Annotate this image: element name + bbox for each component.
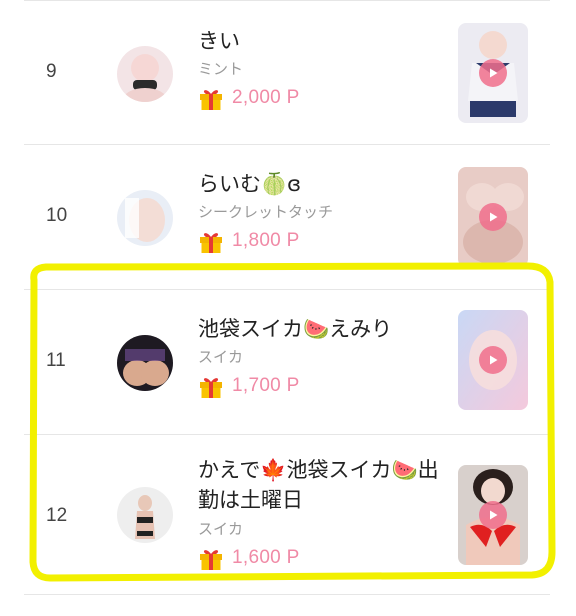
- play-button[interactable]: [479, 59, 507, 87]
- ranking-row[interactable]: 10 らいむ🍈ɞ シークレットタッチ 1,800 P: [24, 145, 550, 290]
- video-thumbnail[interactable]: [458, 167, 528, 267]
- performer-name[interactable]: きい: [198, 27, 458, 55]
- points-display: 1,600 P: [198, 544, 458, 572]
- play-button[interactable]: [479, 501, 507, 529]
- ranking-row[interactable]: 12 かえで🍁池袋スイカ🍉出勤は土曜日 スイカ 1,600 P: [24, 435, 550, 595]
- play-icon: [490, 68, 498, 78]
- rank-number: 9: [46, 61, 57, 82]
- ranking-row[interactable]: 11 池袋スイカ🍉えみり スイカ 1,700 P: [24, 290, 550, 435]
- shop-name[interactable]: スイカ: [198, 518, 458, 540]
- user-avatar-icon: [117, 46, 173, 102]
- rank-number: 12: [46, 505, 68, 526]
- user-avatar-icon: [117, 335, 173, 391]
- rank-number: 10: [46, 205, 68, 226]
- play-button[interactable]: [479, 346, 507, 374]
- performer-name[interactable]: らいむ🍈ɞ: [198, 170, 458, 198]
- user-avatar-icon: [117, 487, 173, 543]
- gift-icon: [200, 233, 222, 253]
- play-button[interactable]: [479, 203, 507, 231]
- avatar[interactable]: [117, 335, 173, 391]
- rank-number: 11: [46, 350, 66, 371]
- avatar[interactable]: [117, 487, 173, 543]
- shop-name[interactable]: シークレットタッチ: [198, 201, 458, 223]
- avatar[interactable]: [117, 190, 173, 246]
- ranking-row[interactable]: 9 きい ミント 2,000 P: [24, 0, 550, 145]
- avatar[interactable]: [117, 46, 173, 102]
- points-value: 1,700 P: [232, 375, 300, 396]
- performer-info: かえで🍁池袋スイカ🍉出勤は土曜日 スイカ 1,600 P: [198, 455, 458, 572]
- video-thumbnail[interactable]: [458, 23, 528, 123]
- performer-info: 池袋スイカ🍉えみり スイカ 1,700 P: [198, 315, 458, 400]
- points-value: 2,000 P: [232, 87, 300, 108]
- performer-name[interactable]: 池袋スイカ🍉えみり: [198, 315, 458, 343]
- points-display: 1,700 P: [198, 372, 458, 400]
- points-display: 2,000 P: [198, 84, 458, 112]
- shop-name[interactable]: スイカ: [198, 346, 458, 368]
- performer-info: らいむ🍈ɞ シークレットタッチ 1,800 P: [198, 170, 458, 255]
- user-avatar-icon: [117, 190, 173, 246]
- gift-icon: [200, 90, 222, 110]
- performer-name[interactable]: かえで🍁池袋スイカ🍉出勤は土曜日: [198, 455, 458, 515]
- points-value: 1,800 P: [232, 230, 300, 251]
- video-thumbnail[interactable]: [458, 310, 528, 410]
- video-thumbnail[interactable]: [458, 465, 528, 565]
- points-value: 1,600 P: [232, 547, 300, 568]
- performer-info: きい ミント 2,000 P: [198, 27, 458, 112]
- points-display: 1,800 P: [198, 227, 458, 255]
- play-icon: [490, 212, 498, 222]
- shop-name[interactable]: ミント: [198, 58, 458, 80]
- gift-icon: [200, 378, 222, 398]
- ranking-list: 9 きい ミント 2,000 P 10 らいむ🍈ɞ シークレットタッチ 1,80…: [0, 0, 576, 616]
- gift-icon: [200, 550, 222, 570]
- play-icon: [490, 510, 498, 520]
- play-icon: [490, 355, 498, 365]
